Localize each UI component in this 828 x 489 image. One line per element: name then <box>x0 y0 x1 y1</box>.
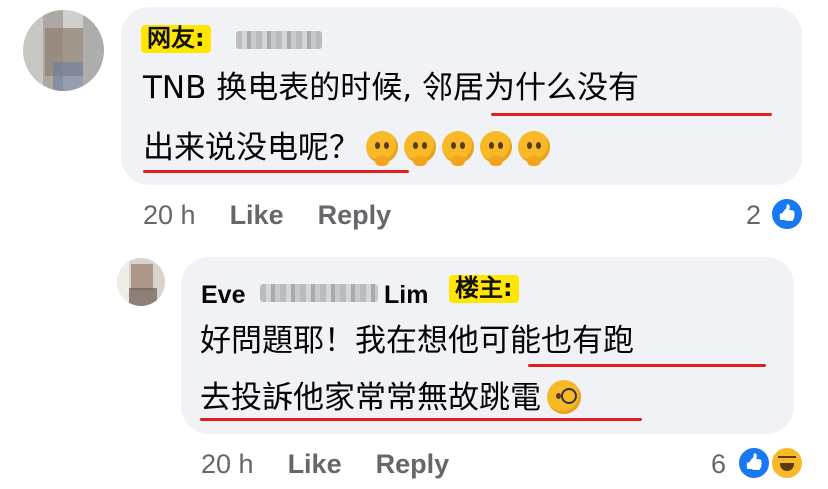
reply-role-tag: 楼主: <box>449 274 519 303</box>
thinking-face-icon <box>480 131 512 166</box>
haha-icon[interactable] <box>770 446 804 480</box>
comment-text-line1: TNB 换电表的时候, 邻居为什么没有 <box>143 73 639 104</box>
reply-reaction-count[interactable]: 6 <box>711 449 726 480</box>
reply-author-avatar[interactable] <box>117 258 165 306</box>
reply-underline-1 <box>528 364 766 367</box>
comment-like-button[interactable]: Like <box>230 200 284 230</box>
comment-reply-button[interactable]: Reply <box>318 200 392 230</box>
comment-underline-1 <box>491 113 772 116</box>
reply-like-button[interactable]: Like <box>288 449 342 479</box>
comment-underline-2 <box>143 170 409 173</box>
comment-text-highlight-1: 邻居为什么没有 <box>421 70 639 106</box>
reply-reply-button[interactable]: Reply <box>376 449 450 479</box>
commenter-name-blurred[interactable] <box>236 31 322 49</box>
like-icon[interactable] <box>737 446 771 480</box>
thinking-face-icon <box>404 131 436 166</box>
reply-author-name-blurred[interactable] <box>260 284 378 302</box>
reply-text-plain: 好問題耶！我在想 <box>200 323 448 359</box>
like-icon[interactable] <box>770 197 804 231</box>
comment-text-line2: 出来说没电呢？ <box>143 130 550 166</box>
thinking-face-icon <box>366 131 398 166</box>
comment-text-highlight-2: 出来说没电呢？ <box>143 130 360 166</box>
comment-text-plain: TNB 换电表的时候, <box>143 70 422 106</box>
comment-actions: 20 h Like Reply <box>143 200 391 231</box>
commenter-avatar[interactable] <box>23 10 104 91</box>
comment-timestamp[interactable]: 20 h <box>143 200 196 230</box>
comment-reaction-count[interactable]: 2 <box>746 200 761 231</box>
reply-author-last-name[interactable]: Lim <box>384 281 428 310</box>
reply-underline-2 <box>200 418 642 421</box>
commenter-role-tag: 网友: <box>141 24 211 53</box>
reply-text-line2: 去投訴他家常常無故跳電 <box>200 380 581 414</box>
thinking-face-icon <box>518 131 550 166</box>
reply-timestamp[interactable]: 20 h <box>201 449 254 479</box>
reply-text-highlight-2: 去投訴他家常常無故跳電 <box>200 380 541 416</box>
reply-author-first-name[interactable]: Eve <box>201 281 245 310</box>
reply-text-highlight-1: 他可能也有跑 <box>448 323 634 359</box>
reply-actions: 20 h Like Reply <box>201 449 449 480</box>
face-with-monocle-icon <box>547 380 581 414</box>
reply-text-line1: 好問題耶！我在想他可能也有跑 <box>200 326 634 357</box>
thinking-face-icon <box>442 131 474 166</box>
